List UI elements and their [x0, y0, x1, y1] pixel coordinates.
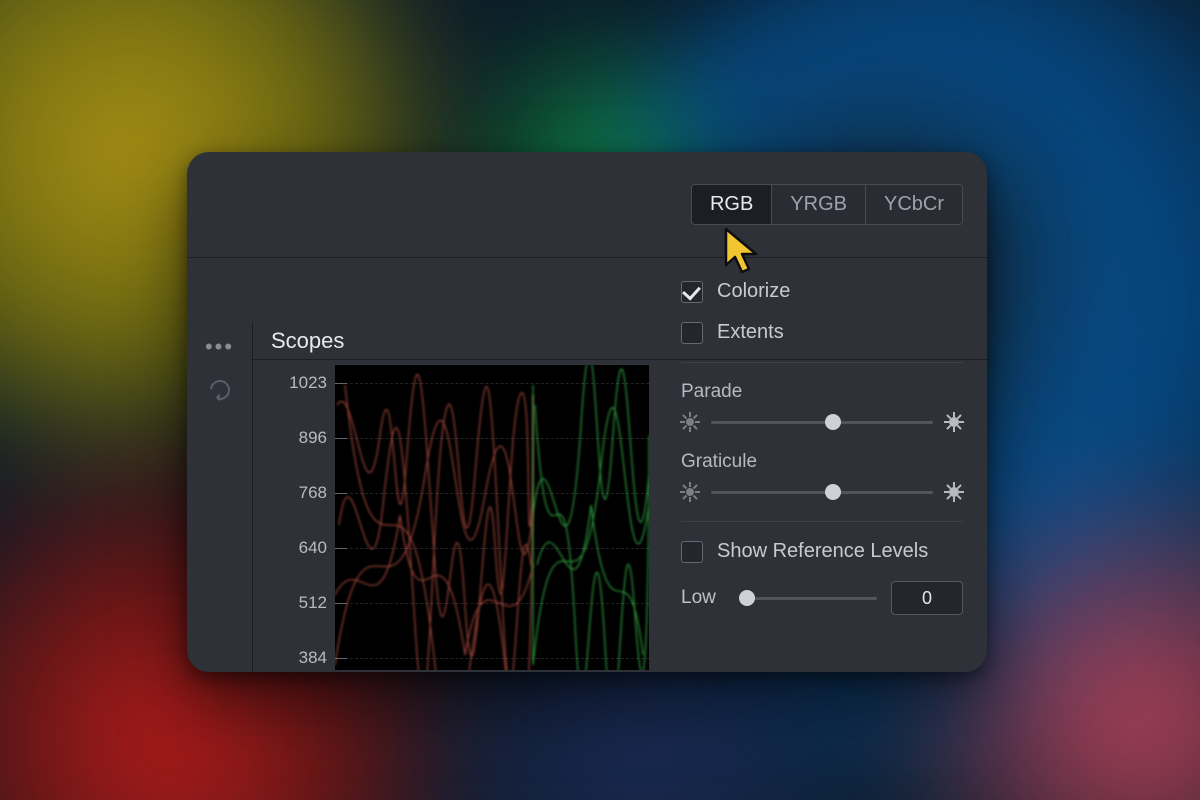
reset-icon[interactable] [205, 376, 233, 404]
show-reference-levels-checkbox[interactable] [681, 541, 703, 563]
parade-slider[interactable] [711, 421, 933, 424]
graticule-slider[interactable] [711, 491, 933, 494]
mode-segmented-control: RGB YRGB YCbCr [691, 184, 963, 225]
brightness-high-icon [945, 483, 963, 501]
more-icon[interactable]: ••• [205, 334, 234, 360]
colorize-checkbox[interactable] [681, 281, 703, 303]
y-tick-label: 640 [299, 538, 327, 558]
brightness-low-icon [681, 483, 699, 501]
parade-canvas[interactable] [335, 365, 649, 670]
tab-rgb[interactable]: RGB [692, 185, 772, 224]
scopes-title: Scopes [271, 328, 344, 354]
parade-y-labels: 1023 896 768 640 512 384 [273, 365, 335, 670]
brightness-low-icon [681, 413, 699, 431]
extents-label: Extents [717, 321, 784, 344]
brightness-high-icon [945, 413, 963, 431]
divider [681, 362, 963, 363]
graticule-slider-label: Graticule [681, 451, 963, 473]
parade-slider-label: Parade [681, 381, 963, 403]
y-tick-label: 1023 [289, 373, 327, 393]
colorize-label: Colorize [717, 280, 790, 303]
parade-waveform: 1023 896 768 640 512 384 [273, 364, 649, 670]
scopes-panel: RGB YRGB YCbCr Scopes ••• 1023 896 768 6… [187, 152, 987, 672]
low-label: Low [681, 587, 725, 609]
y-tick-label: 384 [299, 648, 327, 668]
y-tick-label: 512 [299, 593, 327, 613]
scopes-header: RGB YRGB YCbCr [187, 152, 987, 258]
scopes-toolstrip: ••• [187, 322, 253, 672]
tab-yrgb[interactable]: YRGB [772, 185, 866, 224]
extents-checkbox[interactable] [681, 322, 703, 344]
divider [681, 521, 963, 522]
scopes-settings: Colorize Extents Parade Graticule [657, 258, 987, 672]
show-reference-levels-label: Show Reference Levels [717, 540, 928, 563]
tab-ycbcr[interactable]: YCbCr [866, 185, 962, 224]
y-tick-label: 768 [299, 483, 327, 503]
y-tick-label: 896 [299, 428, 327, 448]
low-slider[interactable] [739, 597, 877, 600]
low-value-input[interactable]: 0 [891, 581, 963, 615]
